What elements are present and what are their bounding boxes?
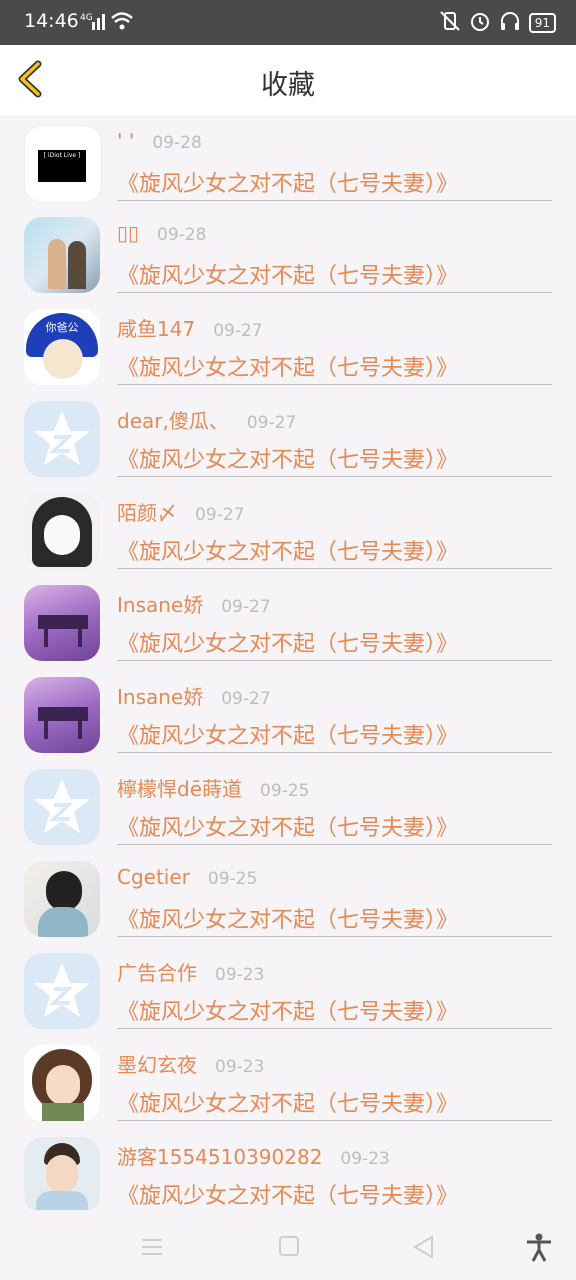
- favorites-list: [ iDiot Live ] ' ' 09-28 《旋风少女之对不起（七号夫妻）》…: [0, 115, 576, 1219]
- avatar: 你爸公: [24, 309, 100, 385]
- list-item[interactable]: 墨幻玄夜 09-23 《旋风少女之对不起（七号夫妻）》: [0, 1035, 576, 1127]
- favorite-content: 《旋风少女之对不起（七号夫妻）》: [117, 1000, 459, 1025]
- list-item[interactable]: 陌颜〆 09-27 《旋风少女之对不起（七号夫妻）》: [0, 483, 576, 575]
- favorite-content: 《旋风少女之对不起（七号夫妻）》: [117, 908, 459, 933]
- avatar: [24, 953, 100, 1029]
- favorite-date: 09-27: [246, 413, 297, 433]
- favorite-user-name: 广告合作: [117, 961, 197, 985]
- favorite-user-name: 游客1554510390282: [117, 1145, 323, 1169]
- list-item[interactable]: 游客1554510390282 09-23 《旋风少女之对不起（七号夫妻）》: [0, 1127, 576, 1219]
- alarm-icon: [469, 10, 491, 36]
- back-triangle-icon[interactable]: [410, 1232, 440, 1262]
- favorite-content: 《旋风少女之对不起（七号夫妻）》: [117, 264, 459, 289]
- list-item[interactable]: 广告合作 09-23 《旋风少女之对不起（七号夫妻）》: [0, 943, 576, 1035]
- favorite-content: 《旋风少女之对不起（七号夫妻）》: [117, 632, 459, 657]
- page-title: 收藏: [261, 70, 315, 101]
- favorite-user-name: Cgetier: [117, 865, 190, 889]
- qzone-star-icon: [34, 411, 90, 465]
- status-icons: 91: [439, 10, 556, 36]
- avatar: [24, 1045, 100, 1121]
- avatar: [24, 1137, 100, 1213]
- favorite-user-name: 墨幻玄夜: [117, 1053, 197, 1077]
- favorite-date: 09-25: [260, 781, 310, 801]
- favorite-user-name: Insane娇: [117, 685, 204, 709]
- list-item[interactable]: Insane娇 09-27 《旋风少女之对不起（七号夫妻）》: [0, 667, 576, 759]
- favorite-date: 09-23: [215, 1057, 265, 1077]
- divider: [117, 660, 552, 661]
- divider: [117, 292, 552, 293]
- svg-text:4G: 4G: [80, 13, 93, 23]
- status-time: 14:46: [24, 10, 79, 32]
- divider: [117, 844, 552, 845]
- favorite-date: 09-28: [152, 133, 202, 153]
- qzone-star-icon: [34, 963, 90, 1017]
- avatar: [24, 217, 100, 293]
- favorite-date: 09-23: [215, 965, 265, 985]
- list-item[interactable]: ▯▯ 09-28 《旋风少女之对不起（七号夫妻）》: [0, 207, 576, 299]
- divider: [117, 568, 552, 569]
- divider: [117, 384, 552, 385]
- favorite-content: 《旋风少女之对不起（七号夫妻）》: [117, 172, 459, 197]
- accessibility-icon[interactable]: [524, 1232, 554, 1262]
- list-item[interactable]: 檸檬悍dē蒔道 09-25 《旋风少女之对不起（七号夫妻）》: [0, 759, 576, 851]
- divider: [117, 936, 552, 937]
- divider: [117, 1028, 552, 1029]
- list-item[interactable]: dear,傻瓜、 09-27 《旋风少女之对不起（七号夫妻）》: [0, 391, 576, 483]
- avatar: [24, 401, 100, 477]
- avatar: [24, 769, 100, 845]
- home-icon[interactable]: [275, 1232, 305, 1262]
- favorite-date: 09-28: [157, 225, 207, 245]
- favorite-content: 《旋风少女之对不起（七号夫妻）》: [117, 540, 459, 565]
- favorite-user-name: 檸檬悍dē蒔道: [117, 777, 242, 801]
- avatar: [24, 677, 100, 753]
- system-nav-bar: [0, 1210, 576, 1280]
- favorite-date: 09-27: [221, 597, 271, 617]
- favorite-user-name: 陌颜〆: [117, 501, 177, 525]
- favorite-user-name: ' ': [117, 129, 135, 153]
- favorite-user-name: dear,傻瓜、: [117, 409, 229, 433]
- menu-icon[interactable]: [138, 1232, 168, 1262]
- divider: [117, 200, 552, 201]
- favorite-date: 09-27: [195, 505, 245, 525]
- divider: [117, 476, 552, 477]
- list-item[interactable]: 你爸公 咸鱼147 09-27 《旋风少女之对不起（七号夫妻）》: [0, 299, 576, 391]
- divider: [117, 752, 552, 753]
- favorite-user-name: Insane娇: [117, 593, 204, 617]
- headphone-icon: [499, 10, 521, 36]
- favorite-content: 《旋风少女之对不起（七号夫妻）》: [117, 1092, 459, 1117]
- status-bar: 14:46 4G 91: [0, 0, 576, 45]
- favorite-date: 09-25: [207, 869, 258, 889]
- favorite-content: 《旋风少女之对不起（七号夫妻）》: [117, 448, 459, 473]
- avatar: [ iDiot Live ]: [24, 125, 102, 203]
- favorite-content: 《旋风少女之对不起（七号夫妻）》: [117, 724, 459, 749]
- app-header: 收藏: [0, 45, 576, 115]
- favorite-date: 09-27: [213, 321, 263, 341]
- list-item[interactable]: [ iDiot Live ] ' ' 09-28 《旋风少女之对不起（七号夫妻）》: [0, 115, 576, 207]
- favorite-content: 《旋风少女之对不起（七号夫妻）》: [117, 816, 459, 841]
- battery-icon: 91: [528, 13, 556, 33]
- favorite-content: 《旋风少女之对不起（七号夫妻）》: [117, 1184, 459, 1209]
- avatar: [24, 493, 100, 569]
- list-item[interactable]: Insane娇 09-27 《旋风少女之对不起（七号夫妻）》: [0, 575, 576, 667]
- favorite-date: 09-27: [221, 689, 271, 709]
- avatar: [24, 861, 100, 937]
- qzone-star-icon: [34, 779, 90, 833]
- favorite-date: 09-23: [340, 1149, 390, 1169]
- avatar: [24, 585, 100, 661]
- divider: [117, 1120, 552, 1121]
- list-item[interactable]: Cgetier 09-25 《旋风少女之对不起（七号夫妻）》: [0, 851, 576, 943]
- favorite-user-name: 咸鱼147: [117, 317, 196, 341]
- favorite-content: 《旋风少女之对不起（七号夫妻）》: [117, 356, 459, 381]
- favorite-user-name: ▯▯: [117, 221, 140, 245]
- signal-icon: 4G: [80, 10, 150, 36]
- mute-vibrate-icon: [439, 10, 461, 36]
